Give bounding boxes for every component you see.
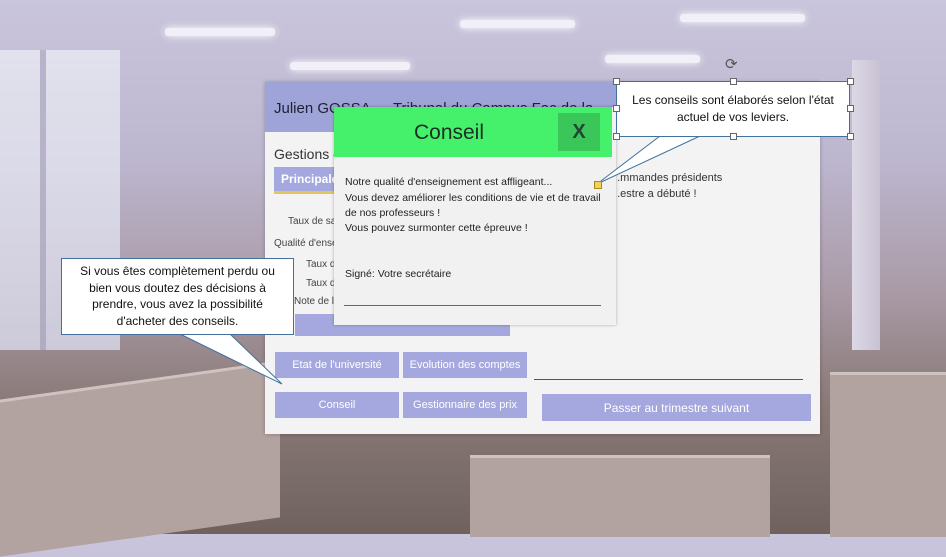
etat-universite-button[interactable]: Etat de l'université — [275, 352, 399, 378]
resize-handle[interactable] — [847, 133, 854, 140]
rotate-icon[interactable]: ⟳ — [725, 55, 738, 73]
conseil-button[interactable]: Conseil — [275, 392, 399, 418]
signature-line — [344, 305, 601, 306]
section-title: Gestions é — [274, 146, 341, 162]
lever-label: Taux d — [306, 259, 336, 270]
left-callout: Si vous êtes complètement perdu ou bien … — [61, 258, 294, 335]
dialog-signature: Signé: Votre secrétaire — [345, 268, 452, 280]
dialog-message-line: Vous pouvez surmonter cette épreuve ! — [345, 222, 528, 234]
dialog-message-line: de nos professeurs ! — [345, 207, 441, 219]
resize-handle[interactable] — [613, 105, 620, 112]
resize-handle[interactable] — [613, 133, 620, 140]
gestionnaire-prix-button[interactable]: Gestionnaire des prix — [403, 392, 527, 418]
background-desk — [470, 455, 770, 537]
news-separator — [534, 379, 803, 380]
passer-trimestre-button[interactable]: Passer au trimestre suivant — [542, 394, 811, 421]
news-line: ...estre a débuté ! — [611, 188, 697, 200]
close-button[interactable]: X — [558, 113, 600, 151]
ceiling-light — [460, 20, 575, 28]
background-pillar — [852, 60, 880, 350]
ceiling-light — [680, 14, 805, 22]
evolution-comptes-button[interactable]: Evolution des comptes — [403, 352, 527, 378]
resize-handle[interactable] — [613, 78, 620, 85]
resize-handle[interactable] — [730, 133, 737, 140]
advice-dialog: Conseil X Notre qualité d'enseignement e… — [334, 107, 616, 325]
resize-handle[interactable] — [847, 78, 854, 85]
dialog-message-line: Notre qualité d'enseignement est afflige… — [345, 176, 553, 188]
resize-handle[interactable] — [730, 78, 737, 85]
resize-handle[interactable] — [847, 105, 854, 112]
lever-label: Taux d — [306, 278, 336, 289]
dialog-message-line: Vous devez améliorer les conditions de v… — [345, 192, 601, 204]
background-desk — [0, 360, 280, 557]
dialog-header: Conseil X — [334, 107, 612, 157]
ceiling-light — [605, 55, 700, 63]
tail-anchor-handle[interactable] — [594, 181, 602, 189]
lever-label: Taux de sa — [288, 216, 337, 227]
news-line: ...mmandes présidents — [611, 172, 723, 184]
ceiling-light — [165, 28, 275, 36]
dialog-title: Conseil — [413, 121, 485, 144]
ceiling-light — [290, 62, 410, 70]
right-callout: Les conseils sont élaborés selon l'état … — [616, 81, 850, 137]
background-desk — [830, 372, 946, 537]
